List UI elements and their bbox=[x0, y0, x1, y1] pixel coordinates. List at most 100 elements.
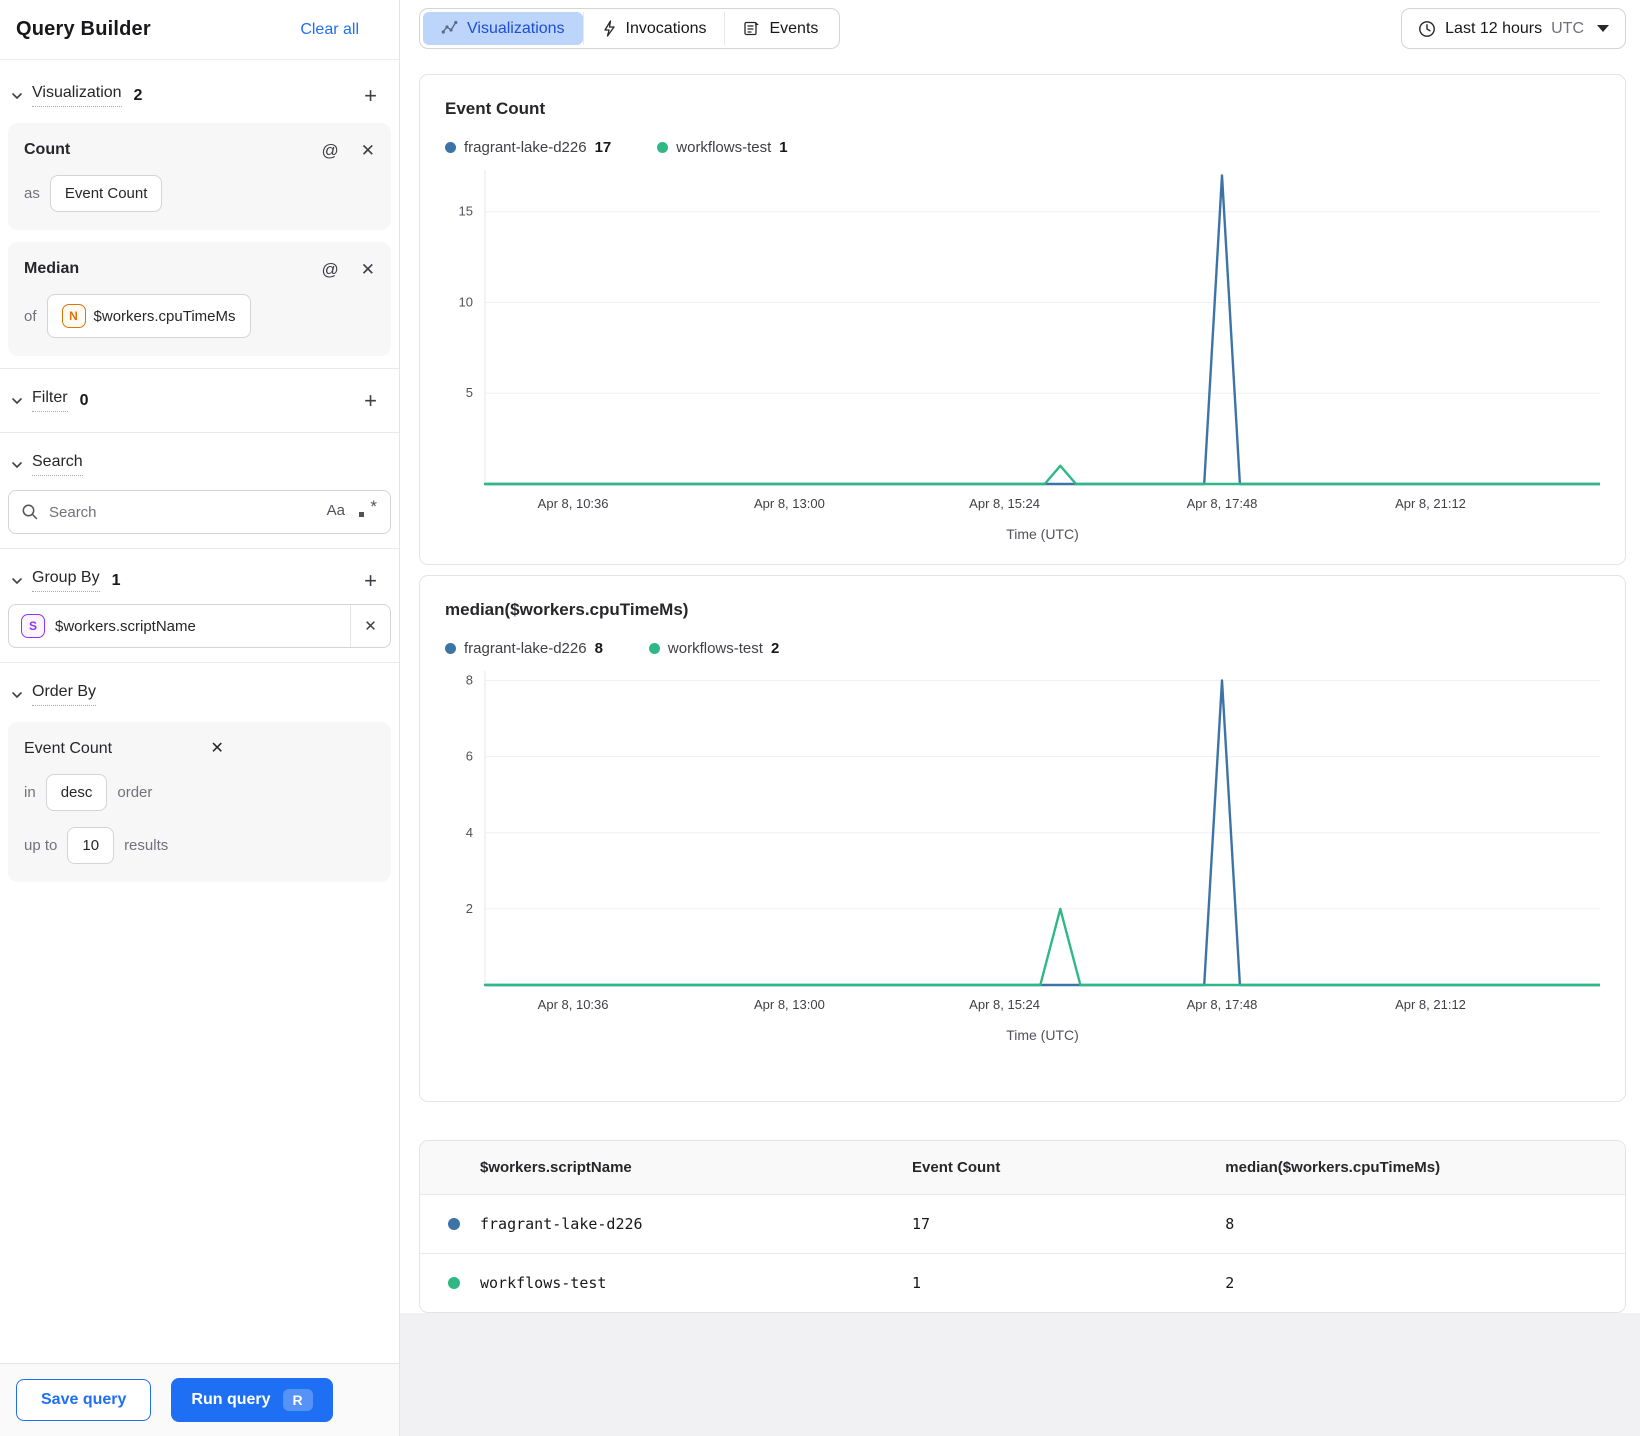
line-chart: 2 4 6 8 Apr 8, 10:36 Apr 8, 13:00 Apr 8, 15:24… bbox=[466, 671, 1600, 1012]
group-by-field-selector[interactable]: S $workers.scriptName bbox=[9, 614, 350, 638]
table-header-row: $workers.scriptName Event Count median($… bbox=[420, 1141, 1625, 1195]
event-count-cell: 1 bbox=[902, 1253, 1216, 1312]
svg-text:6: 6 bbox=[466, 749, 473, 764]
sidebar-body: Visualization 2 + Count @ ✕ as Event Cou… bbox=[0, 60, 399, 1363]
filter-section-header[interactable]: Filter 0 + bbox=[0, 379, 399, 422]
visualization-section-header[interactable]: Visualization 2 + bbox=[0, 74, 399, 117]
match-case-icon[interactable]: Aa bbox=[327, 502, 345, 519]
add-filter-button[interactable]: + bbox=[364, 389, 377, 411]
svg-text:Apr 8, 15:24: Apr 8, 15:24 bbox=[969, 997, 1040, 1012]
visualization-card-count: Count @ ✕ as Event Count bbox=[8, 123, 391, 230]
bottom-strip bbox=[400, 1313, 1640, 1436]
up-to-label: up to bbox=[24, 837, 58, 854]
save-query-button[interactable]: Save query bbox=[16, 1379, 152, 1421]
sidebar-footer: Save query Run query R bbox=[0, 1363, 399, 1436]
run-query-button[interactable]: Run query R bbox=[171, 1378, 333, 1422]
visualization-card-median: Median @ ✕ of N $workers.cpuTimeMs bbox=[8, 242, 391, 356]
filter-section-label: Filter bbox=[32, 389, 68, 412]
run-query-label: Run query bbox=[191, 1391, 271, 1408]
event-count-chart-card: Event Count fragrant-lake-d226 17 workflow… bbox=[419, 74, 1626, 565]
tab-invocations[interactable]: Invocations bbox=[582, 12, 725, 45]
order-label: order bbox=[117, 784, 153, 801]
legend-item[interactable]: fragrant-lake-d226 17 bbox=[445, 139, 611, 156]
search-section-label: Search bbox=[32, 453, 83, 476]
direction-value: desc bbox=[60, 784, 93, 801]
table-body: fragrant-lake-d226 17 8 workflows-test 1 2 bbox=[420, 1194, 1625, 1312]
table-row[interactable]: workflows-test 1 2 bbox=[420, 1253, 1625, 1312]
close-icon[interactable]: ✕ bbox=[361, 261, 375, 278]
event-count-cell: 17 bbox=[902, 1194, 1216, 1254]
legend-item[interactable]: workflows-test 2 bbox=[648, 640, 780, 657]
add-group-by-button[interactable]: + bbox=[364, 569, 377, 591]
topbar: Visualizations Invocations Events Last 1… bbox=[419, 8, 1626, 64]
close-icon[interactable]: ✕ bbox=[350, 605, 390, 647]
alias-field[interactable]: Event Count bbox=[49, 175, 163, 212]
median-cell: 2 bbox=[1215, 1253, 1625, 1312]
order-by-card: Event Count ✕ in desc order up to 10 res… bbox=[8, 722, 391, 882]
legend-item[interactable]: fragrant-lake-d226 8 bbox=[445, 640, 603, 657]
limit-value: 10 bbox=[82, 837, 100, 854]
tab-label: Invocations bbox=[625, 19, 707, 37]
trend-icon bbox=[441, 20, 458, 34]
close-icon[interactable]: ✕ bbox=[361, 142, 375, 159]
series-dot-icon bbox=[448, 1218, 460, 1230]
add-visualization-button[interactable]: + bbox=[364, 84, 377, 106]
tab-visualizations[interactable]: Visualizations bbox=[423, 12, 583, 45]
column-header-event-count: Event Count bbox=[912, 1159, 1001, 1176]
close-icon[interactable]: ✕ bbox=[211, 741, 376, 757]
svg-text:Apr 8, 10:36: Apr 8, 10:36 bbox=[538, 496, 609, 511]
tab-label: Events bbox=[769, 19, 819, 37]
view-tabs: Visualizations Invocations Events bbox=[419, 8, 841, 49]
main-content: Visualizations Invocations Events Last 1… bbox=[400, 0, 1640, 1436]
in-label: in bbox=[24, 784, 36, 801]
alias-value: Event Count bbox=[64, 185, 148, 202]
x-axis-label: Time (UTC) bbox=[1006, 1027, 1079, 1043]
chevron-down-icon bbox=[12, 691, 22, 698]
svg-text:Apr 8, 17:48: Apr 8, 17:48 bbox=[1187, 997, 1258, 1012]
svg-text:Apr 8, 13:00: Apr 8, 13:00 bbox=[754, 496, 825, 511]
legend-series-value: 2 bbox=[770, 640, 780, 657]
string-type-icon: S bbox=[21, 614, 45, 638]
svg-text:15: 15 bbox=[459, 204, 473, 219]
legend-dot-icon bbox=[657, 142, 669, 153]
time-range-label: Last 12 hours bbox=[1445, 19, 1543, 37]
field-value: $workers.cpuTimeMs bbox=[93, 307, 236, 325]
svg-text:Apr 8, 21:12: Apr 8, 21:12 bbox=[1395, 496, 1466, 511]
group-by-section-header[interactable]: Group By 1 + bbox=[0, 559, 399, 602]
chart-title: Event Count bbox=[445, 99, 546, 118]
field-selector[interactable]: N $workers.cpuTimeMs bbox=[46, 294, 251, 338]
legend-item[interactable]: workflows-test 1 bbox=[657, 139, 788, 156]
svg-text:Apr 8, 10:36: Apr 8, 10:36 bbox=[538, 997, 609, 1012]
order-by-section-header[interactable]: Order By bbox=[0, 673, 399, 716]
clear-all-link[interactable]: Clear all bbox=[300, 21, 359, 39]
svg-text:Apr 8, 17:48: Apr 8, 17:48 bbox=[1187, 496, 1258, 511]
svg-text:8: 8 bbox=[466, 673, 473, 688]
group-by-field-value: $workers.scriptName bbox=[55, 617, 196, 635]
keyboard-shortcut-badge: R bbox=[282, 1389, 313, 1411]
time-range-selector[interactable]: Last 12 hours UTC bbox=[1401, 8, 1626, 49]
legend-series-value: 8 bbox=[594, 640, 603, 657]
at-sign-icon[interactable]: @ bbox=[321, 142, 338, 159]
series-dot-icon bbox=[448, 1277, 460, 1289]
order-by-field: Event Count bbox=[24, 740, 113, 757]
legend-series-value: 1 bbox=[779, 139, 788, 156]
group-by-section-label: Group By bbox=[32, 569, 100, 592]
svg-text:5: 5 bbox=[466, 385, 473, 400]
svg-text:4: 4 bbox=[466, 825, 473, 840]
tab-events[interactable]: Events bbox=[724, 12, 836, 45]
search-section-header[interactable]: Search bbox=[0, 443, 399, 486]
results-label: results bbox=[124, 837, 169, 854]
table-row[interactable]: fragrant-lake-d226 17 8 bbox=[420, 1194, 1625, 1254]
query-builder-app: Query Builder Clear all Visualization 2 … bbox=[0, 0, 1640, 1436]
chart-legend: fragrant-lake-d226 17 workflows-test 1 bbox=[445, 139, 1600, 156]
at-sign-icon[interactable]: @ bbox=[321, 261, 338, 278]
number-type-icon: N bbox=[61, 304, 86, 328]
tab-label: Visualizations bbox=[467, 19, 565, 37]
regex-icon[interactable]: * bbox=[359, 497, 377, 519]
median-cell: 8 bbox=[1215, 1194, 1625, 1254]
column-header-script-name: $workers.scriptName bbox=[480, 1159, 632, 1176]
direction-selector[interactable]: desc bbox=[45, 774, 108, 811]
svg-text:10: 10 bbox=[459, 295, 473, 310]
timezone-label: UTC bbox=[1551, 19, 1584, 37]
limit-field[interactable]: 10 bbox=[67, 827, 115, 864]
